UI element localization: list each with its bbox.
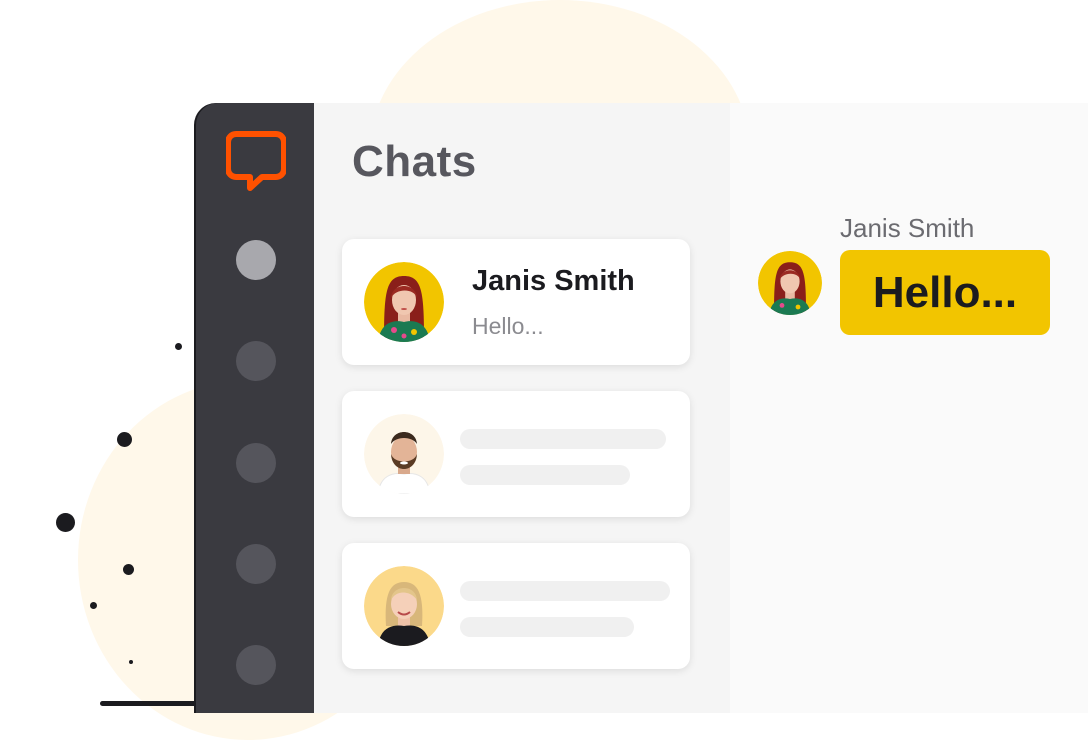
- conversation-panel: Janis Smith Hello...: [730, 103, 1088, 713]
- decor-dot: [175, 343, 182, 350]
- placeholder-line: [460, 465, 630, 485]
- message-bubble: Hello...: [840, 250, 1050, 335]
- placeholder-line: [460, 429, 666, 449]
- message-sender-name: Janis Smith: [840, 213, 975, 243]
- decor-dot: [117, 432, 132, 447]
- avatar: [364, 414, 444, 494]
- nav-item-icon[interactable]: [236, 645, 276, 685]
- chat-contact-name: Janis Smith: [472, 265, 635, 297]
- chat-card[interactable]: [342, 543, 690, 669]
- avatar: [364, 566, 444, 646]
- decor-dot: [56, 513, 75, 532]
- livechat-logo-icon[interactable]: [225, 131, 287, 191]
- chat-card[interactable]: Janis Smith Hello...: [342, 239, 690, 365]
- avatar: [758, 251, 822, 315]
- page-title: Chats: [352, 137, 477, 186]
- placeholder-line: [460, 617, 634, 637]
- nav-item-icon[interactable]: [236, 240, 276, 280]
- nav-item-icon[interactable]: [236, 341, 276, 381]
- avatar: [364, 262, 444, 342]
- chat-list-panel: Chats Janis Smith Hello...: [314, 103, 730, 713]
- sidebar: [196, 103, 314, 713]
- chat-card[interactable]: [342, 391, 690, 517]
- nav-item-icon[interactable]: [236, 443, 276, 483]
- decor-dot: [123, 564, 134, 575]
- chat-message-preview: Hello...: [472, 313, 544, 339]
- decor-dot: [129, 660, 133, 664]
- placeholder-line: [460, 581, 670, 601]
- nav-item-icon[interactable]: [236, 544, 276, 584]
- app-window: Chats Janis Smith Hello... Janis Smith H…: [196, 103, 1088, 713]
- decor-dot: [90, 602, 97, 609]
